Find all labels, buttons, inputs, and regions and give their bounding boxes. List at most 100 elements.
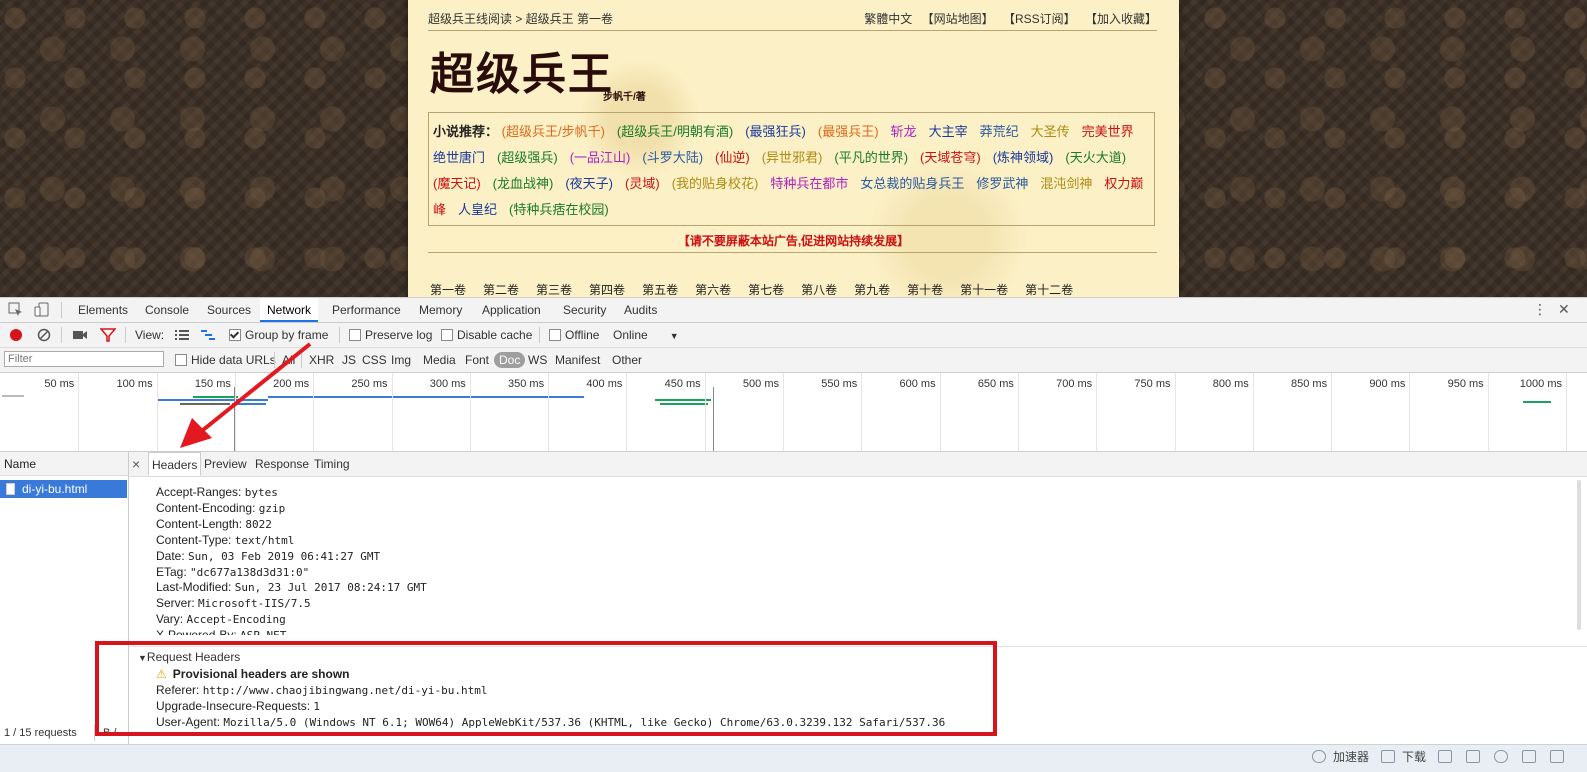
timeline-gridline (548, 373, 550, 451)
close-detail-icon[interactable]: × (132, 452, 140, 476)
tab-console[interactable]: Console (138, 298, 196, 322)
tab-audits[interactable]: Audits (617, 298, 664, 322)
tab-application[interactable]: Application (475, 298, 548, 322)
more-options-icon[interactable]: ⋮ (1533, 301, 1547, 318)
filter-type-img[interactable]: Img (391, 348, 411, 372)
checkbox[interactable] (349, 328, 361, 341)
header-value: Sun, 03 Feb 2019 06:41:27 GMT (188, 549, 381, 563)
inspect-element-icon[interactable] (8, 302, 24, 318)
video-camera-icon[interactable] (72, 327, 88, 343)
tab-memory[interactable]: Memory (412, 298, 469, 322)
recommendation-link[interactable]: 大圣传 (1031, 124, 1070, 139)
filter-icon[interactable] (100, 327, 116, 343)
recommendation-link[interactable]: 人皇纪 (458, 202, 497, 217)
volume-link[interactable]: 第六卷 (695, 283, 731, 297)
filter-type-js[interactable]: JS (342, 348, 356, 372)
tab-elements[interactable]: Elements (71, 298, 135, 322)
recommendation-link[interactable]: 完美世界 (1082, 124, 1134, 139)
tab-sources[interactable]: Sources (200, 298, 258, 322)
recommendation-link[interactable]: (一品江山) (570, 150, 631, 165)
rss-link[interactable]: 【RSS订阅】 (1003, 12, 1076, 26)
recommendation-link[interactable]: (天火大道) (1065, 150, 1126, 165)
recommendation-link[interactable]: 绝世唐门 (433, 150, 485, 165)
disable-cache-checkbox[interactable]: Disable cache (441, 323, 532, 347)
device-toolbar-icon[interactable] (34, 302, 50, 318)
filter-type-other[interactable]: Other (612, 348, 642, 372)
recommendation-link[interactable]: (超级兵王/明朝有酒) (617, 124, 733, 139)
offline-checkbox[interactable]: Offline (549, 323, 599, 347)
filter-type-manifest[interactable]: Manifest (555, 348, 600, 372)
checkbox[interactable] (549, 328, 561, 341)
scrollbar[interactable] (1577, 480, 1581, 630)
volume-link[interactable]: 第九卷 (854, 283, 890, 297)
volume-link[interactable]: 第十一卷 (960, 283, 1008, 297)
recommendation-link[interactable]: 混沌剑神 (1040, 176, 1092, 191)
tab-security[interactable]: Security (556, 298, 613, 322)
throttling-select[interactable]: Online ▼ (613, 323, 679, 348)
recommendation-link[interactable]: (魔天记) (433, 176, 481, 191)
preserve-log-checkbox[interactable]: Preserve log (349, 323, 432, 347)
recommendation-link[interactable]: (特种兵痞在校园) (509, 202, 609, 217)
volume-link[interactable]: 第十卷 (907, 283, 943, 297)
recommendation-link[interactable]: (龙血战神) (493, 176, 554, 191)
recommendation-link[interactable]: 女总裁的贴身兵王 (860, 176, 964, 191)
recommendation-link[interactable]: 特种兵在都市 (770, 176, 848, 191)
window-icon[interactable] (1522, 750, 1536, 763)
tab-preview[interactable]: Preview (204, 452, 247, 476)
sitemap-link[interactable]: 【网站地图】 (922, 12, 994, 26)
recommendation-link[interactable]: (最强狂兵) (745, 124, 806, 139)
volume-link[interactable]: 第五卷 (642, 283, 678, 297)
recommendation-link[interactable]: (灵域) (625, 176, 660, 191)
volume-link[interactable]: 第十二卷 (1025, 283, 1073, 297)
name-column-header[interactable]: Name (0, 452, 128, 476)
recommendation-link[interactable]: (我的贴身校花) (672, 176, 759, 191)
volume-link[interactable]: 第二卷 (483, 283, 519, 297)
tab-performance[interactable]: Performance (325, 298, 408, 322)
checkbox[interactable] (441, 328, 453, 341)
recommendation-link[interactable]: (超级强兵) (497, 150, 558, 165)
volume-link[interactable]: 第一卷 (430, 283, 466, 297)
trash-icon[interactable] (1466, 750, 1480, 763)
header-name: Content-Type: (156, 532, 235, 547)
tab-response[interactable]: Response (255, 452, 309, 476)
request-row-selected[interactable]: di-yi-bu.html (0, 480, 127, 498)
filter-type-media[interactable]: Media (423, 348, 456, 372)
recommendation-link[interactable]: (最强兵王) (818, 124, 879, 139)
clear-icon[interactable] (36, 327, 52, 343)
recommendation-link[interactable]: 修罗武神 (976, 176, 1028, 191)
tab-headers[interactable]: Headers (148, 452, 202, 476)
recommendation-link[interactable]: (夜天子) (565, 176, 613, 191)
recommendation-link[interactable]: (异世邪君) (762, 150, 823, 165)
filter-type-font[interactable]: Font (465, 348, 489, 372)
recommendation-link[interactable]: (平凡的世界) (834, 150, 908, 165)
download-button[interactable]: 下载 (1402, 745, 1426, 769)
volume-icon[interactable] (1494, 750, 1508, 763)
volume-link[interactable]: 第七卷 (748, 283, 784, 297)
tab-network[interactable]: Network (260, 298, 319, 322)
volume-link[interactable]: 第八卷 (801, 283, 837, 297)
zoom-icon[interactable] (1550, 750, 1564, 763)
filter-input[interactable]: Filter (4, 351, 164, 367)
recommendation-link[interactable]: (超级兵王/步帆千) (502, 124, 605, 139)
filter-type-css[interactable]: CSS (362, 348, 387, 372)
recommendation-link[interactable]: 大主宰 (929, 124, 968, 139)
volume-link[interactable]: 第四卷 (589, 283, 625, 297)
recommendation-link[interactable]: (炼神领域) (993, 150, 1054, 165)
bookmark-link[interactable]: 【加入收藏】 (1085, 12, 1157, 26)
filter-type-doc[interactable]: Doc (494, 352, 526, 368)
recommendation-link[interactable]: 斩龙 (891, 124, 917, 139)
accelerator-button[interactable]: 加速器 (1333, 745, 1369, 769)
screenshot-icon[interactable] (1438, 750, 1452, 763)
recommendation-link[interactable]: (斗罗大陆) (642, 150, 703, 165)
breadcrumb[interactable]: 超级兵王线阅读 > 超级兵王 第一卷 (428, 10, 613, 27)
filter-type-ws[interactable]: WS (528, 348, 547, 372)
timeline-gridline (704, 373, 706, 451)
traditional-chinese-link[interactable]: 繁體中文 (864, 12, 912, 26)
volume-link[interactable]: 第三卷 (536, 283, 572, 297)
close-icon[interactable]: ✕ (1558, 301, 1570, 318)
tab-timing[interactable]: Timing (314, 452, 350, 476)
recommendation-link[interactable]: 莽荒纪 (980, 124, 1019, 139)
record-icon[interactable] (8, 327, 24, 343)
recommendation-link[interactable]: (天域苍穹) (920, 150, 981, 165)
recommendation-link[interactable]: (仙逆) (715, 150, 750, 165)
